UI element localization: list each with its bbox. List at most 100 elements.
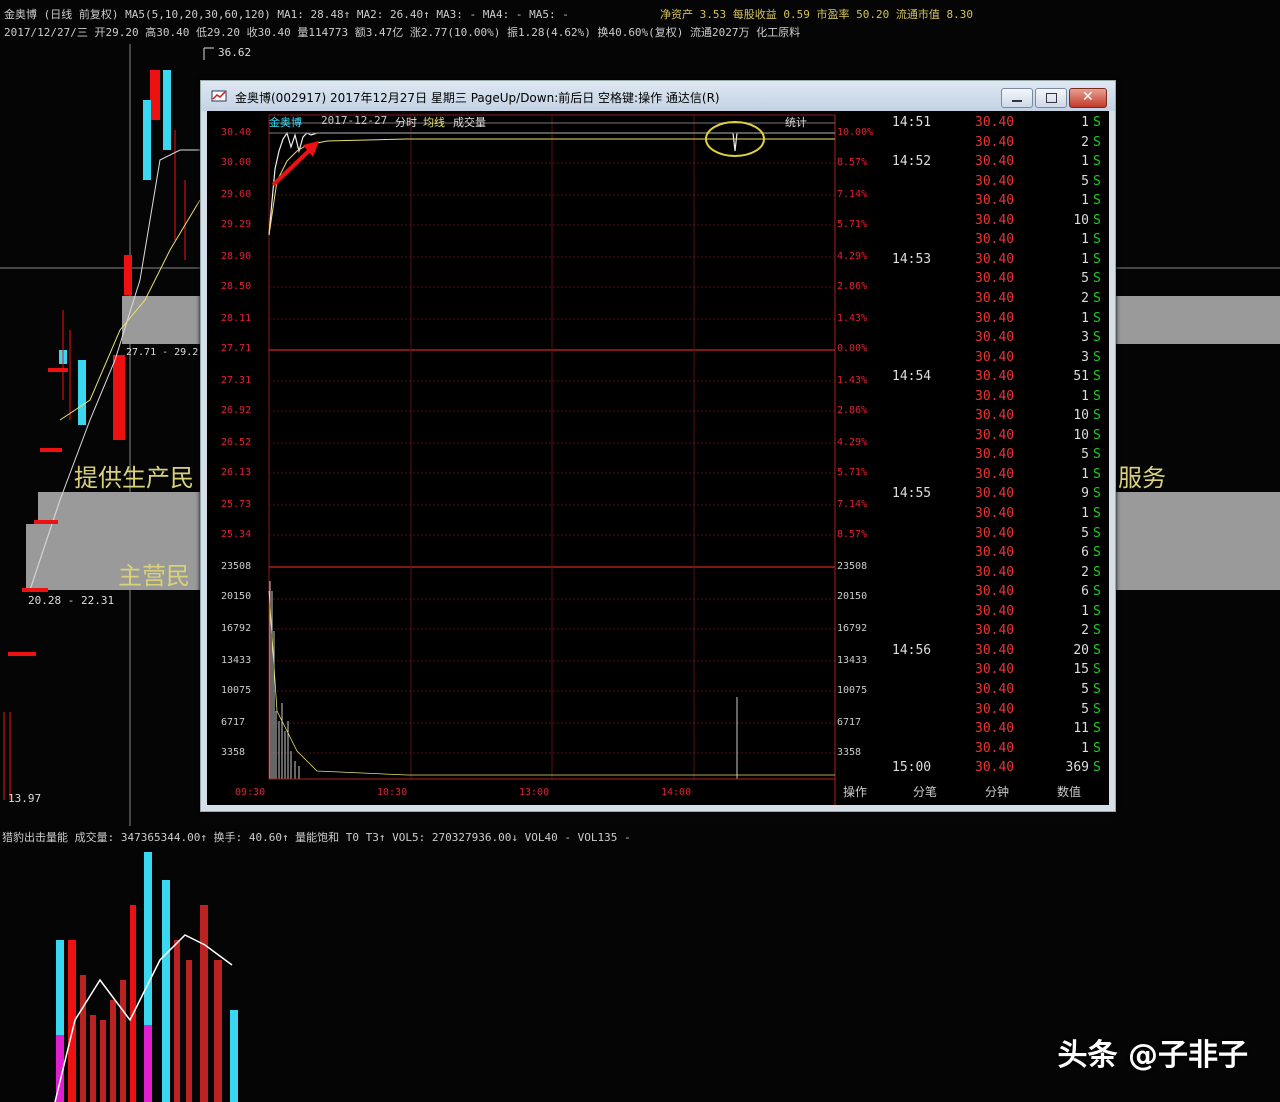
tick-row: 30.40 10 S — [889, 408, 1109, 427]
tab-fenbi[interactable]: 分笔 — [913, 783, 937, 800]
tick-side: S — [1093, 388, 1101, 404]
tab-fenshi[interactable]: 分时 — [395, 114, 417, 130]
left-axis-label: 29.29 — [221, 219, 252, 230]
tick-volume: 5 — [1081, 271, 1089, 287]
tick-volume: 5 — [1081, 447, 1089, 463]
tick-volume: 10 — [1073, 408, 1089, 424]
tick-price: 30.40 — [975, 701, 1015, 717]
tick-side: S — [1093, 760, 1101, 776]
tick-time: 14:52 — [892, 154, 932, 170]
maximize-icon — [1046, 93, 1057, 103]
right-axis-label: 7.14% — [837, 189, 868, 200]
left-axis-label: 16792 — [221, 623, 252, 634]
right-axis-label: 23508 — [837, 561, 868, 572]
tick-row: 30.40 5 S — [889, 174, 1109, 193]
tick-side: S — [1093, 349, 1101, 365]
volume-indicator-text: 猎豹出击量能 成交量: 347365344.00↑ 换手: 40.60↑ 量能饱… — [2, 831, 631, 844]
tick-price: 30.40 — [975, 369, 1015, 385]
tick-side: S — [1093, 447, 1101, 463]
minimize-icon — [1012, 100, 1022, 102]
tick-time: 15:00 — [892, 760, 932, 776]
tick-price: 30.40 — [975, 193, 1015, 209]
window-titlebar[interactable]: 金奥博(002917) 2017年12月27日 星期三 PageUp/Down:… — [201, 81, 1115, 111]
left-axis-label: 28.11 — [221, 313, 252, 324]
maximize-button[interactable] — [1035, 88, 1067, 108]
tick-price: 30.40 — [975, 271, 1015, 287]
right-axis-label: 2.86% — [837, 281, 868, 292]
tick-price: 30.40 — [975, 486, 1015, 502]
tick-price: 30.40 — [975, 642, 1015, 658]
tick-side: S — [1093, 603, 1101, 619]
tick-side: S — [1093, 212, 1101, 228]
tick-price: 30.40 — [975, 290, 1015, 306]
tick-row: 14:51 30.40 1 S — [889, 115, 1109, 134]
tick-volume: 1 — [1081, 388, 1089, 404]
tick-row: 30.40 2 S — [889, 565, 1109, 584]
tick-row: 30.40 11 S — [889, 721, 1109, 740]
tick-side: S — [1093, 271, 1101, 287]
tick-price: 30.40 — [975, 232, 1015, 248]
left-axis-label: 25.73 — [221, 499, 252, 510]
tick-detail-list: 14:51 30.40 1 S 30.40 2 S 14:52 30.40 1 S 30.40 5 S 30… — [889, 111, 1109, 777]
app-icon — [211, 90, 227, 102]
tick-row: 30.40 3 S — [889, 350, 1109, 369]
tick-side: S — [1093, 310, 1101, 326]
tick-price: 30.40 — [975, 173, 1015, 189]
tick-side: S — [1093, 330, 1101, 346]
tick-row: 30.40 1 S — [889, 389, 1109, 408]
tick-side: S — [1093, 564, 1101, 580]
close-button[interactable]: ✕ — [1069, 88, 1107, 108]
close-icon: ✕ — [1082, 89, 1094, 105]
tab-volume[interactable]: 成交量 — [453, 114, 486, 130]
right-axis-label: 16792 — [837, 623, 868, 634]
tick-price: 30.40 — [975, 506, 1015, 521]
tick-volume: 51 — [1073, 369, 1089, 385]
tick-volume: 1 — [1081, 193, 1089, 209]
tick-side: S — [1093, 290, 1101, 306]
right-axis-label: 4.29% — [837, 251, 868, 262]
tick-volume: 11 — [1073, 721, 1089, 737]
tab-minute[interactable]: 分钟 — [985, 783, 1009, 800]
stat-button[interactable]: 统计 — [785, 114, 807, 130]
tick-volume: 1 — [1081, 603, 1089, 619]
tick-side: S — [1093, 466, 1101, 482]
tick-price: 30.40 — [975, 721, 1015, 737]
tick-row: 14:55 30.40 9 S — [889, 486, 1109, 505]
minimize-button[interactable] — [1001, 88, 1033, 108]
tick-volume: 6 — [1081, 584, 1089, 600]
left-axis-label: 3358 — [221, 747, 246, 758]
left-axis-label: 13433 — [221, 655, 252, 666]
right-axis-label: 0.00% — [837, 343, 868, 354]
tick-side: S — [1093, 486, 1101, 502]
tick-time: 14:54 — [892, 369, 932, 385]
tick-side: S — [1093, 506, 1101, 521]
tick-side: S — [1093, 134, 1101, 150]
tab-value[interactable]: 数值 — [1057, 783, 1081, 800]
tick-row: 30.40 6 S — [889, 545, 1109, 564]
tick-price: 30.40 — [975, 603, 1015, 619]
tick-row: 30.40 5 S — [889, 682, 1109, 701]
right-axis-label: 8.57% — [837, 157, 868, 168]
tick-volume: 1 — [1081, 740, 1089, 756]
tick-side: S — [1093, 662, 1101, 678]
tick-side: S — [1093, 408, 1101, 424]
tick-side: S — [1093, 681, 1101, 697]
tick-row: 30.40 10 S — [889, 213, 1109, 232]
tab-junxian[interactable]: 均线 — [423, 114, 445, 130]
tick-side: S — [1093, 115, 1101, 130]
right-axis-label: 3358 — [837, 747, 862, 758]
volume-indicator-bar: 猎豹出击量能 成交量: 347365344.00↑ 换手: 40.60↑ 量能饱… — [0, 826, 1280, 846]
tick-side: S — [1093, 721, 1101, 737]
tick-side: S — [1093, 545, 1101, 561]
tick-row: 30.40 10 S — [889, 428, 1109, 447]
tick-side: S — [1093, 525, 1101, 541]
tick-volume: 3 — [1081, 349, 1089, 365]
right-axis-label: 1.43% — [837, 375, 868, 386]
right-axis-label: 10075 — [837, 685, 868, 696]
kline-quote-line: 2017/12/27/三 开29.20 高30.40 低29.20 收30.40… — [4, 26, 801, 39]
tick-row: 30.40 1 S — [889, 741, 1109, 760]
tab-operation[interactable]: 操作 — [843, 783, 867, 800]
tick-row: 30.40 2 S — [889, 623, 1109, 642]
intraday-window: 金奥博(002917) 2017年12月27日 星期三 PageUp/Down:… — [200, 80, 1116, 812]
tick-price: 30.40 — [975, 134, 1015, 150]
